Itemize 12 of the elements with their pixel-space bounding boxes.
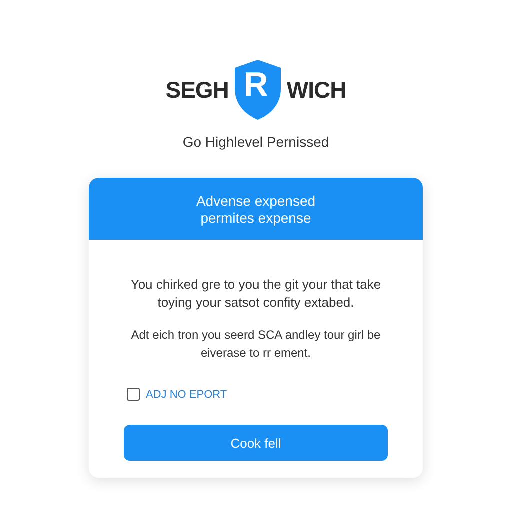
header-title: permites expense bbox=[200, 210, 312, 226]
subtitle: Go Highlevel Pernissed bbox=[182, 134, 330, 150]
logo-letter: R bbox=[244, 66, 268, 105]
message-text: You chirked gre to you the git your that take toying your satsot confity extabed. bbox=[130, 276, 382, 312]
checkbox[interactable] bbox=[127, 388, 140, 401]
checkbox-label[interactable]: ADJ NO EPORT bbox=[146, 388, 228, 400]
message-text: Adt eich tron you seerd SCA andley tour girl be eiverase to rr ement. bbox=[131, 327, 381, 362]
header-title: Advense expensed bbox=[196, 192, 316, 208]
shield-logo-icon bbox=[232, 59, 283, 121]
logo-text: WICH bbox=[286, 76, 346, 104]
logo-text: SEGH bbox=[166, 76, 229, 104]
continue-button[interactable]: Cook fell bbox=[124, 425, 388, 461]
